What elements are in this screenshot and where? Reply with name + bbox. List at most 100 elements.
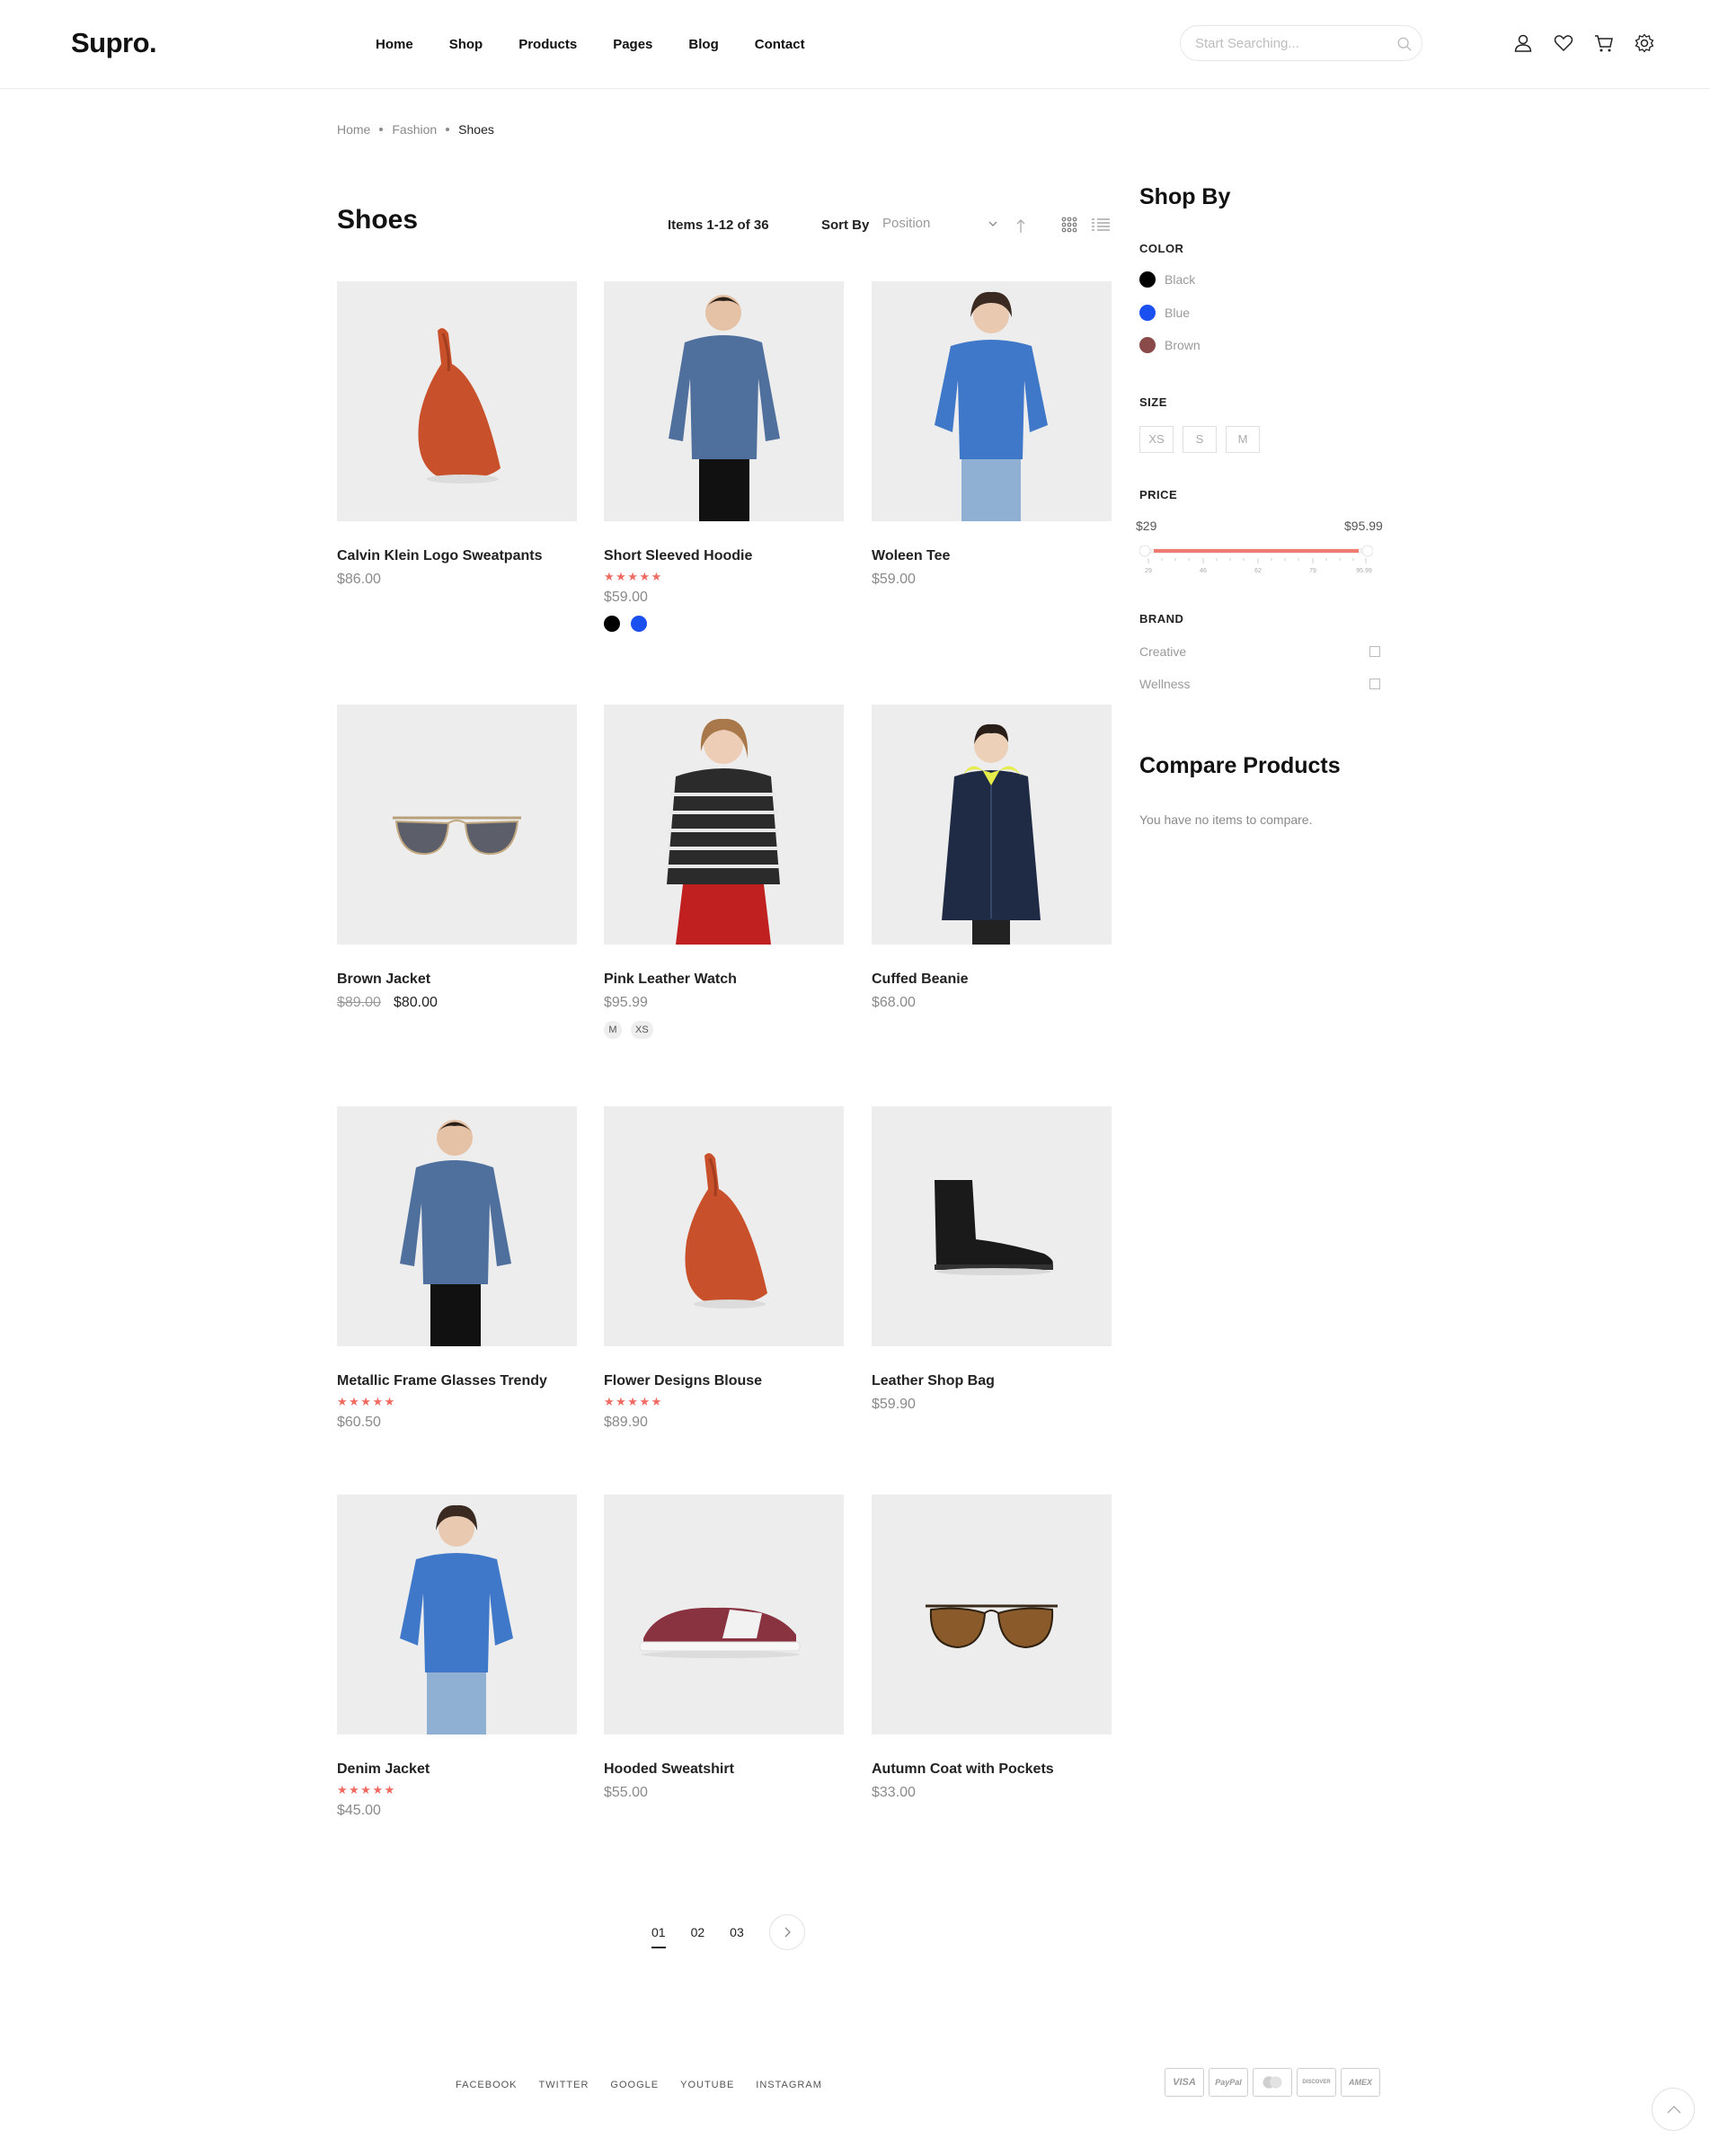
product-card[interactable]: Leather Shop Bag $59.90 — [872, 1106, 1112, 1414]
slider-handle-max[interactable] — [1361, 545, 1373, 557]
size-filter-s[interactable]: S — [1183, 426, 1217, 453]
nav-products[interactable]: Products — [518, 37, 577, 52]
product-card[interactable]: Hooded Sweatshirt $55.00 — [604, 1495, 844, 1802]
sort-select[interactable]: Position — [882, 216, 999, 235]
nav-pages[interactable]: Pages — [613, 37, 652, 52]
product-name[interactable]: Cuffed Beanie — [872, 971, 1112, 989]
social-youtube[interactable]: YOUTUBE — [680, 2080, 734, 2090]
heart-icon[interactable] — [1553, 32, 1574, 54]
product-image-parka-woman[interactable] — [872, 705, 1112, 945]
logo[interactable]: Supro. — [71, 27, 157, 59]
product-card[interactable]: Flower Designs Blouse ★★★★★ $89.90 — [604, 1106, 844, 1432]
cart-icon[interactable] — [1593, 32, 1615, 54]
product-name[interactable]: Woleen Tee — [872, 547, 1112, 565]
breadcrumb-fashion[interactable]: Fashion — [392, 122, 437, 137]
page-3[interactable]: 03 — [730, 1925, 744, 1939]
gear-icon[interactable] — [1634, 32, 1655, 54]
product-card[interactable]: Cuffed Beanie $68.00 — [872, 705, 1112, 1012]
product-card[interactable]: Metallic Frame Glasses Trendy ★★★★★ $60.… — [337, 1106, 577, 1432]
product-price: $89.90 — [604, 1414, 844, 1432]
sort-label: Sort By — [821, 217, 870, 233]
page-1[interactable]: 01 — [651, 1925, 666, 1948]
product-name[interactable]: Brown Jacket — [337, 971, 577, 989]
nav-blog[interactable]: Blog — [688, 37, 718, 52]
social-links: FACEBOOK TWITTER GOOGLE YOUTUBE INSTAGRA… — [456, 2080, 844, 2090]
product-card[interactable]: Woleen Tee $59.00 — [872, 281, 1112, 589]
sort-direction-arrow-icon[interactable] — [1014, 217, 1028, 234]
size-filter-xs[interactable]: XS — [1139, 426, 1174, 453]
pagination: 01 02 03 — [651, 1914, 805, 1950]
price-range-slider[interactable]: 29 46 62 79 95.99 — [1139, 544, 1373, 580]
slider-handle-min[interactable] — [1139, 545, 1151, 557]
product-card[interactable]: Autumn Coat with Pockets $33.00 — [872, 1495, 1112, 1802]
product-name[interactable]: Autumn Coat with Pockets — [872, 1761, 1112, 1779]
scroll-to-top-button[interactable] — [1652, 2088, 1695, 2131]
grid-view-icon[interactable] — [1061, 217, 1077, 233]
search-box — [1180, 25, 1422, 61]
price-value: $68.00 — [872, 995, 916, 1010]
brand-checkbox[interactable] — [1369, 679, 1380, 689]
product-price: $59.00 — [872, 571, 1112, 589]
product-name[interactable]: Metallic Frame Glasses Trendy — [337, 1372, 577, 1390]
color-filter-blue[interactable]: Blue — [1139, 305, 1190, 321]
product-name[interactable]: Leather Shop Bag — [872, 1372, 1112, 1390]
product-image-aviator-sunglasses[interactable] — [872, 1495, 1112, 1735]
product-name[interactable]: Denim Jacket — [337, 1761, 577, 1779]
next-page-button[interactable] — [768, 1914, 805, 1950]
color-swatches — [604, 616, 844, 632]
product-image-sunglasses[interactable] — [337, 705, 577, 945]
items-count: Items 1-12 of 36 — [668, 217, 769, 233]
user-icon[interactable] — [1512, 32, 1534, 54]
product-card[interactable]: Denim Jacket ★★★★★ $45.00 — [337, 1495, 577, 1820]
price-value: $59.90 — [872, 1397, 916, 1412]
social-twitter[interactable]: TWITTER — [539, 2080, 589, 2090]
search-icon[interactable] — [1396, 36, 1413, 52]
brand-filter-wellness[interactable]: Wellness — [1139, 677, 1380, 691]
product-card[interactable]: Pink Leather Watch $95.99 M XS — [604, 705, 844, 1039]
product-name[interactable]: Hooded Sweatshirt — [604, 1761, 844, 1779]
swatch-black[interactable] — [604, 616, 620, 632]
product-card[interactable]: Brown Jacket $89.00 $80.00 — [337, 705, 577, 1012]
social-instagram[interactable]: INSTAGRAM — [756, 2080, 822, 2090]
product-card[interactable]: Calvin Klein Logo Sweatpants $86.00 — [337, 281, 577, 589]
nav-contact[interactable]: Contact — [755, 37, 805, 52]
color-name: Black — [1165, 272, 1196, 287]
rating-stars: ★★★★★ — [337, 1395, 396, 1408]
product-price: $33.00 — [872, 1784, 1112, 1802]
product-image-sneaker[interactable] — [604, 1495, 844, 1735]
product-price: $59.00 — [604, 589, 844, 607]
social-facebook[interactable]: FACEBOOK — [456, 2080, 518, 2090]
nav-home[interactable]: Home — [376, 37, 413, 52]
page-2[interactable]: 02 — [691, 1925, 705, 1939]
list-view-icon[interactable] — [1091, 217, 1111, 233]
color-filter-black[interactable]: Black — [1139, 271, 1195, 288]
product-image-sweater-man[interactable] — [604, 281, 844, 521]
brand-filter-creative[interactable]: Creative — [1139, 644, 1380, 659]
size-filter-m[interactable]: M — [1226, 426, 1260, 453]
product-image-sweater-man[interactable] — [337, 1106, 577, 1346]
search-input[interactable] — [1195, 34, 1393, 52]
social-google[interactable]: GOOGLE — [610, 2080, 659, 2090]
slider-tick-label: 29 — [1145, 568, 1152, 574]
chevron-down-icon — [988, 221, 997, 226]
product-image-striped-top-woman[interactable] — [604, 705, 844, 945]
product-name[interactable]: Pink Leather Watch — [604, 971, 844, 989]
product-image-bag[interactable] — [604, 1106, 844, 1346]
product-image-bag[interactable] — [337, 281, 577, 521]
product-price: $45.00 — [337, 1802, 577, 1820]
product-name[interactable]: Short Sleeved Hoodie — [604, 547, 844, 565]
color-filter-brown[interactable]: Brown — [1139, 337, 1201, 353]
product-image-boot[interactable] — [872, 1106, 1112, 1346]
product-image-blouse-woman[interactable] — [872, 281, 1112, 521]
swatch-blue[interactable] — [631, 616, 647, 632]
color-dot-blue — [1139, 305, 1156, 321]
product-name[interactable]: Calvin Klein Logo Sweatpants — [337, 547, 577, 565]
size-option-xs[interactable]: XS — [631, 1021, 653, 1039]
product-image-blouse-woman[interactable] — [337, 1495, 577, 1735]
breadcrumb-home[interactable]: Home — [337, 122, 370, 137]
product-card[interactable]: Short Sleeved Hoodie ★★★★★ $59.00 — [604, 281, 844, 632]
brand-checkbox[interactable] — [1369, 646, 1380, 657]
product-name[interactable]: Flower Designs Blouse — [604, 1372, 844, 1390]
size-option-m[interactable]: M — [604, 1021, 622, 1039]
nav-shop[interactable]: Shop — [449, 37, 483, 52]
